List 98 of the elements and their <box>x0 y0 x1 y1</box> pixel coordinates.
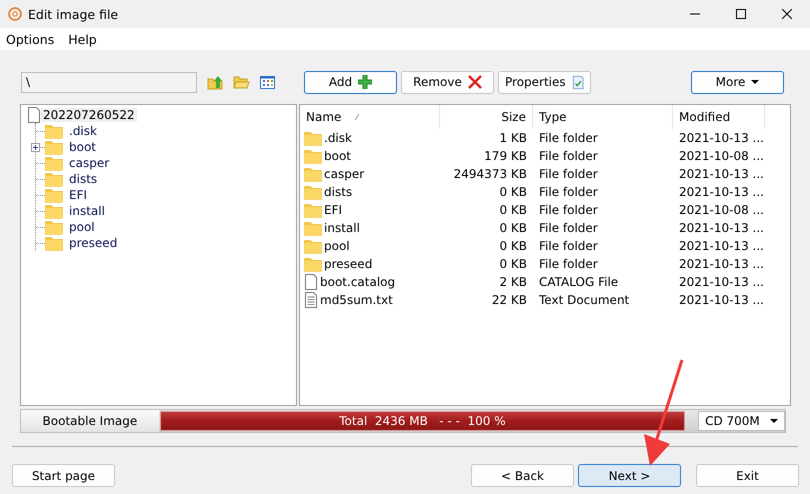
table-cell-text: 2021-10-13 ... <box>678 274 765 291</box>
cross-icon <box>468 75 482 89</box>
file-name[interactable]: preseed <box>324 257 372 271</box>
folder-up-icon[interactable] <box>207 74 223 90</box>
add-button[interactable]: Add <box>304 70 397 94</box>
folder-icon <box>304 202 322 218</box>
table-cell-text: 2021-10-13 ... <box>678 292 765 309</box>
table-cell-text: 2 KB <box>498 274 528 291</box>
folder-icon <box>304 130 322 146</box>
column-header[interactable]: Type <box>533 105 673 129</box>
folder-icon <box>45 123 63 139</box>
table-cell-text: 2021-10-13 ... <box>678 256 765 273</box>
table-cell-text: 2021-10-13 ... <box>678 166 765 183</box>
table-cell-text: 2494373 KB <box>452 166 528 183</box>
table-cell-text: 2021-10-13 ... <box>678 220 765 237</box>
next-button[interactable]: Next > <box>578 464 681 487</box>
capacity-text: Total 2436 MB - - - 100 % <box>338 413 507 430</box>
tree-item[interactable]: preseed <box>69 236 118 250</box>
disc-icon <box>8 7 22 21</box>
folder-icon <box>304 238 322 254</box>
folder-icon <box>304 148 322 164</box>
file-name[interactable]: EFI <box>324 203 342 217</box>
folder-icon <box>45 235 63 251</box>
file-name[interactable]: md5sum.txt <box>320 293 393 307</box>
column-header[interactable]: Name <box>300 105 440 129</box>
table-cell-text: File folder <box>538 166 599 183</box>
table-cell-text: CATALOG File <box>538 274 620 291</box>
file-name[interactable]: boot <box>324 149 352 163</box>
table-cell-text: 2021-10-13 ... <box>678 130 765 147</box>
media-dropdown[interactable]: CD 700M <box>698 411 785 431</box>
menu-item[interactable]: Options <box>6 32 54 46</box>
document-check-icon <box>572 74 584 90</box>
table-cell-text: File folder <box>538 238 599 255</box>
column-header[interactable]: Size <box>440 105 533 129</box>
table-cell-text: Text Document <box>538 292 630 309</box>
tree-item[interactable]: casper <box>69 156 110 170</box>
folder-icon <box>304 256 322 272</box>
table-cell-text: File folder <box>538 130 599 147</box>
table-cell-text: File folder <box>538 220 599 237</box>
table-cell-text: File folder <box>538 202 599 219</box>
table-cell-text: File folder <box>538 184 599 201</box>
file-name[interactable]: casper <box>324 167 364 181</box>
folder-icon <box>45 203 63 219</box>
table-cell-text: File folder <box>538 256 599 273</box>
column-header[interactable]: Modified <box>673 105 765 129</box>
remove-button[interactable]: Remove <box>401 70 494 94</box>
tree-item[interactable]: .disk <box>69 124 97 138</box>
tree-item[interactable]: dists <box>69 172 98 186</box>
folder-icon <box>304 220 322 236</box>
table-cell-text: File folder <box>538 148 599 165</box>
tree-item[interactable]: EFI <box>69 188 88 202</box>
table-cell-text: 2021-10-13 ... <box>678 238 765 255</box>
window-title: Edit image file <box>28 6 120 22</box>
tree-item[interactable]: pool <box>69 220 95 234</box>
sort-icon <box>355 114 360 120</box>
tree-item[interactable]: 202207260522 <box>41 108 137 122</box>
table-cell-text: 2021-10-08 ... <box>678 148 765 165</box>
expand-icon[interactable] <box>31 143 40 152</box>
maximize-icon[interactable] <box>736 9 746 19</box>
file-name[interactable]: boot.catalog <box>320 275 396 289</box>
table-cell-text: 0 KB <box>498 238 528 255</box>
table-cell-text: 2021-10-08 ... <box>678 202 765 219</box>
image-type-label: Bootable Image <box>21 410 159 432</box>
table-cell-text: 0 KB <box>498 220 528 237</box>
file-name[interactable]: pool <box>324 239 350 253</box>
close-icon[interactable] <box>782 9 792 19</box>
caret-icon <box>770 419 778 423</box>
file-icon <box>304 274 318 290</box>
table-cell-text: 0 KB <box>498 184 528 201</box>
start-page-button[interactable]: Start page <box>12 464 115 487</box>
exit-button[interactable]: Exit <box>696 464 799 487</box>
properties-button[interactable]: Properties <box>498 70 591 94</box>
table-cell-text: 1 KB <box>498 130 528 147</box>
folder-icon <box>304 166 322 182</box>
table-cell-text: 22 KB <box>490 292 528 309</box>
table-cell-text: 0 KB <box>498 256 528 273</box>
table-cell-text: 2021-10-13 ... <box>678 184 765 201</box>
folder-icon <box>45 171 63 187</box>
folder-icon <box>45 155 63 171</box>
caret-icon <box>751 80 760 84</box>
table-cell-text: 179 KB <box>483 148 528 165</box>
file-name[interactable]: .disk <box>324 131 352 145</box>
text-file-icon <box>304 292 318 308</box>
table-cell-text: 0 KB <box>498 202 528 219</box>
plus-icon <box>358 75 372 89</box>
file-name[interactable]: dists <box>324 185 352 199</box>
folder-icon <box>45 187 63 203</box>
back-button[interactable]: < Back <box>471 464 574 487</box>
path-field[interactable]: \ <box>21 72 197 92</box>
more-button[interactable]: More <box>691 70 784 94</box>
folder-icon <box>304 184 322 200</box>
tree-item[interactable]: install <box>69 204 105 218</box>
folder-icon <box>45 139 63 155</box>
menu-item[interactable]: Help <box>68 32 97 46</box>
tree-item[interactable]: boot <box>69 140 96 154</box>
folder-icon <box>45 219 63 235</box>
grid-view-icon[interactable] <box>260 76 275 88</box>
file-name[interactable]: install <box>324 221 360 235</box>
